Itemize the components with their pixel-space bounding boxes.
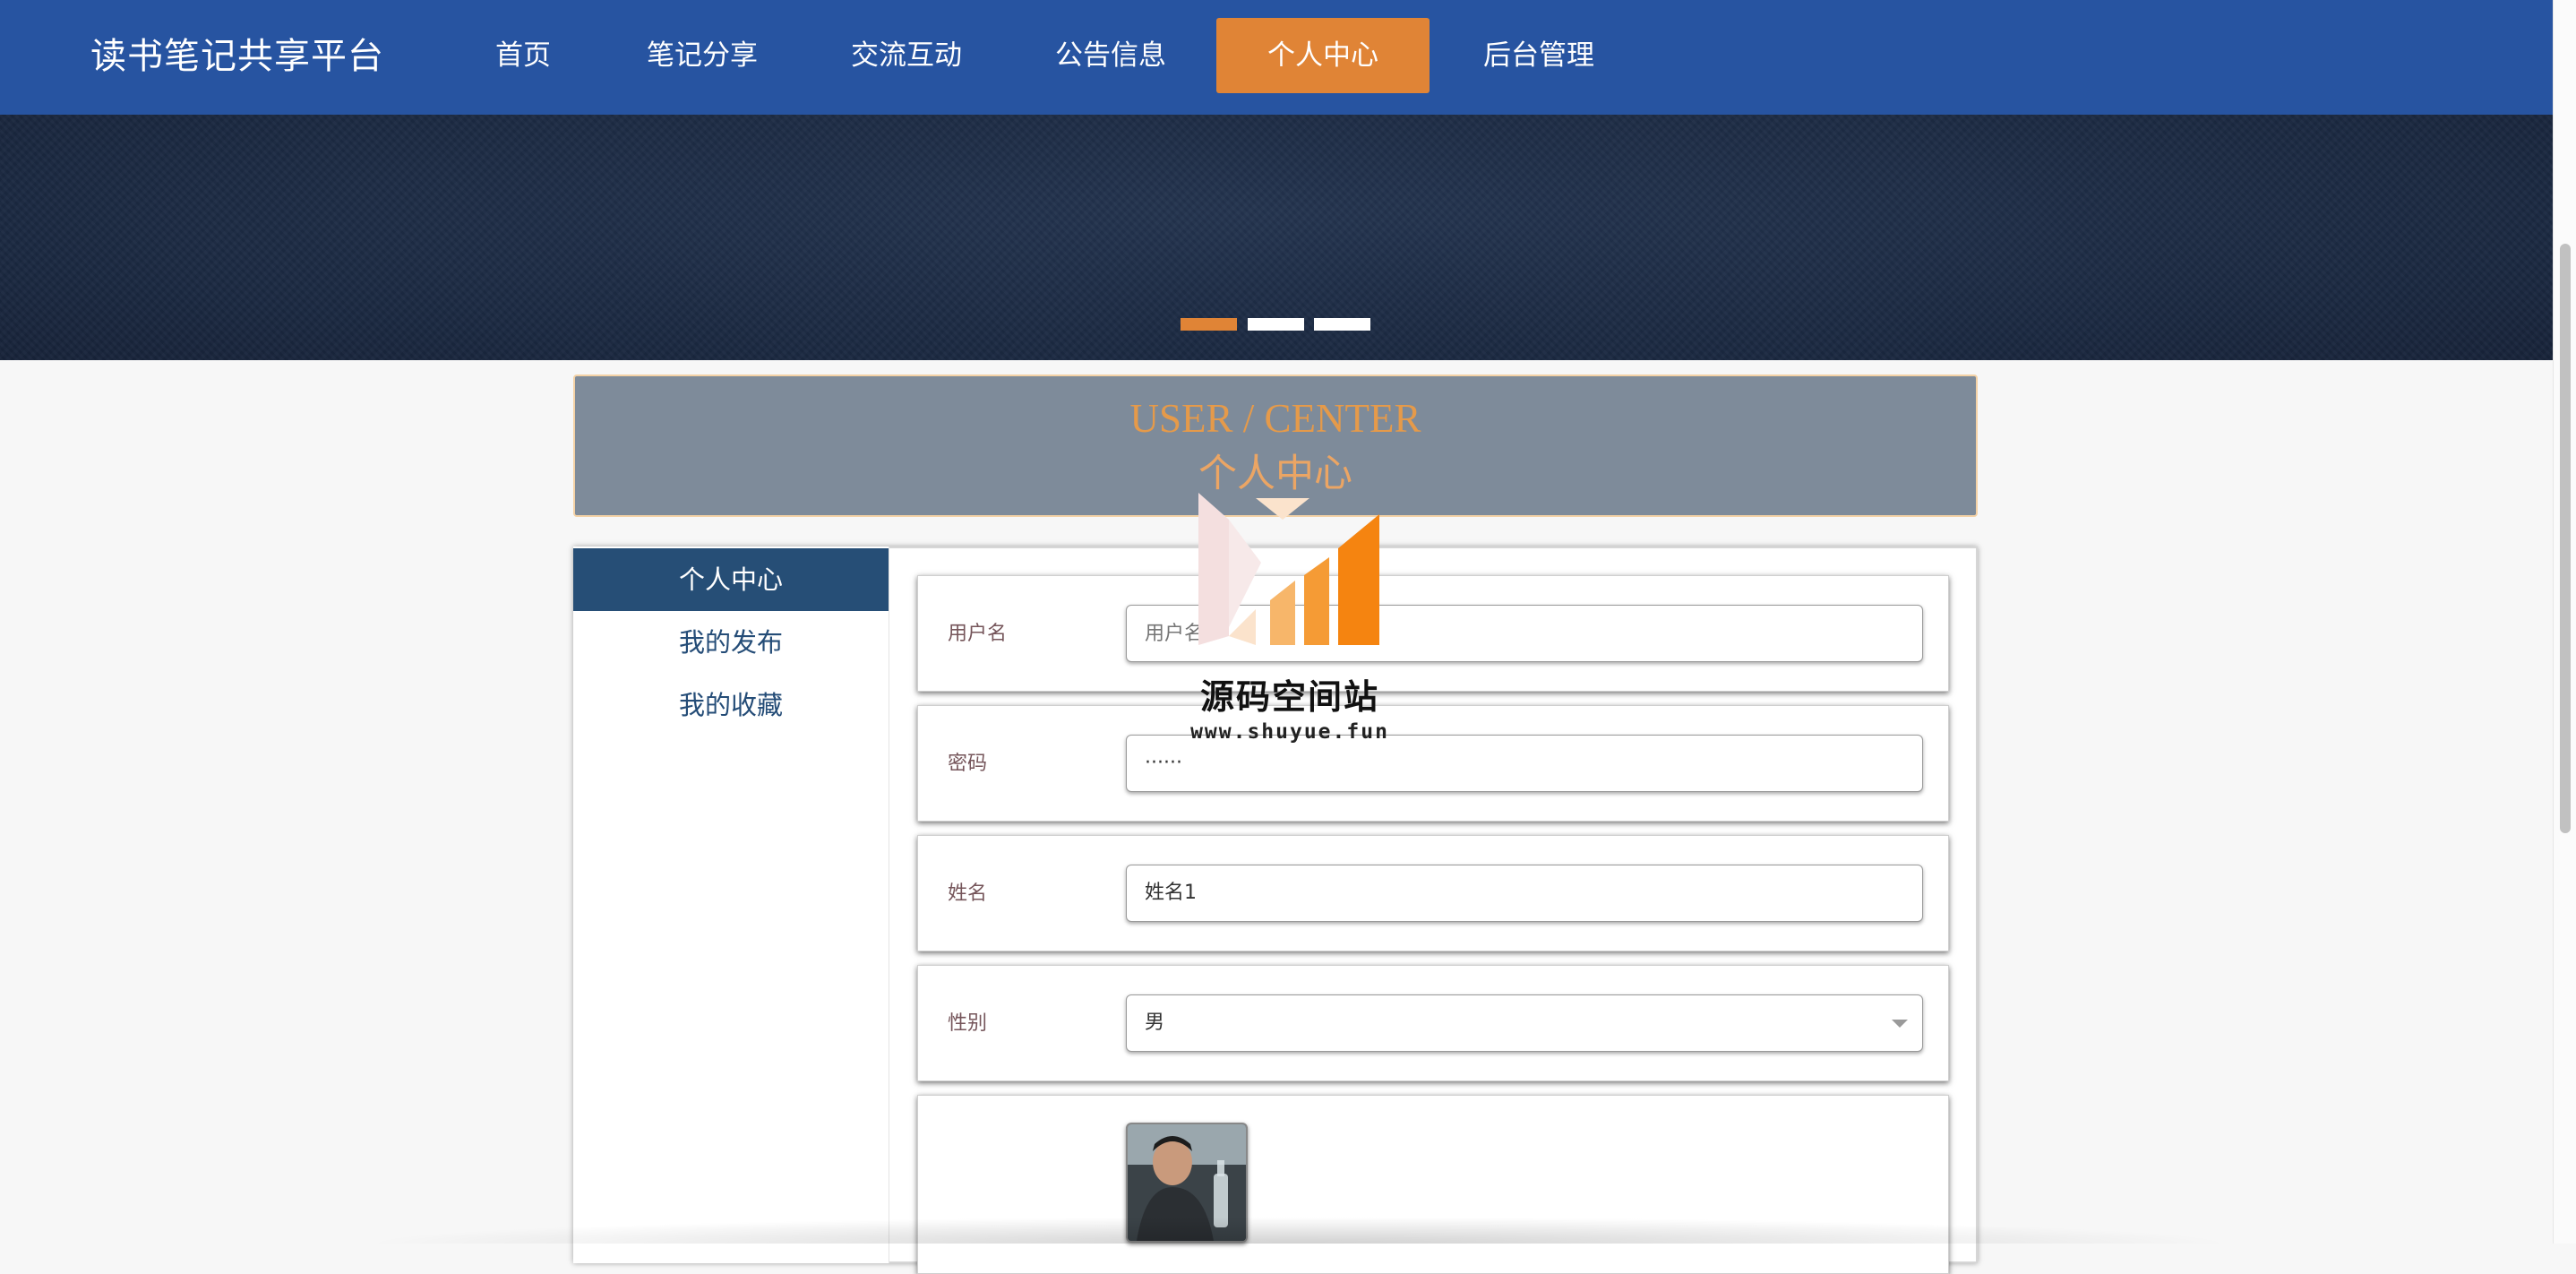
top-navbar: 读书笔记共享平台 首页 笔记分享 交流互动 公告信息 个人中心 后台管理 [0,0,2553,115]
name-row: 姓名 姓名1 [917,835,1949,951]
watermark-text: 源码空间站 [1199,677,1379,717]
watermark-logo-icon [1198,493,1379,645]
section-title-cn: 个人中心 [1198,452,1352,496]
nav-admin[interactable]: 后台管理 [1465,18,1612,93]
sidebar-item-user-center[interactable]: 个人中心 [573,548,889,611]
avatar-row [917,1095,1949,1274]
scrollbar-thumb[interactable] [2560,244,2571,833]
sidebar-menu: 个人中心 我的发布 我的收藏 [573,547,889,1263]
name-label: 姓名 [948,882,988,905]
sidebar-item-my-favorites[interactable]: 我的收藏 [573,674,889,736]
password-label: 密码 [948,753,988,775]
name-input[interactable]: 姓名1 [1126,865,1923,922]
gender-selected-value: 男 [1145,1011,1165,1034]
bottom-shadow [358,1217,2239,1244]
carousel-indicator-2[interactable] [1248,318,1304,331]
gender-label: 性别 [948,1012,988,1035]
nav-user-center[interactable]: 个人中心 [1216,18,1430,93]
carousel-indicator-3[interactable] [1314,318,1370,331]
nav-announcements[interactable]: 公告信息 [1035,18,1186,93]
password-row: 密码 ······ [917,705,1949,822]
chevron-down-icon [1892,1020,1908,1028]
site-brand[interactable]: 读书笔记共享平台 [90,30,384,82]
nav-forum[interactable]: 交流互动 [831,18,982,93]
username-label: 用户名 [948,623,1008,645]
watermark-url: www.shuyue.fun [1190,720,1389,744]
username-row: 用户名 [917,575,1949,692]
nav-notes-share[interactable]: 笔记分享 [627,18,777,93]
sidebar-item-my-posts[interactable]: 我的发布 [573,611,889,674]
gender-select[interactable]: 男 [1126,994,1923,1052]
gender-row: 性别 男 [917,965,1949,1081]
watermark: 源码空间站 www.shuyue.fun [1182,493,1397,762]
section-title-en: USER / CENTER [1129,396,1421,441]
nav-home[interactable]: 首页 [477,18,570,93]
carousel-indicator-1[interactable] [1181,318,1237,331]
